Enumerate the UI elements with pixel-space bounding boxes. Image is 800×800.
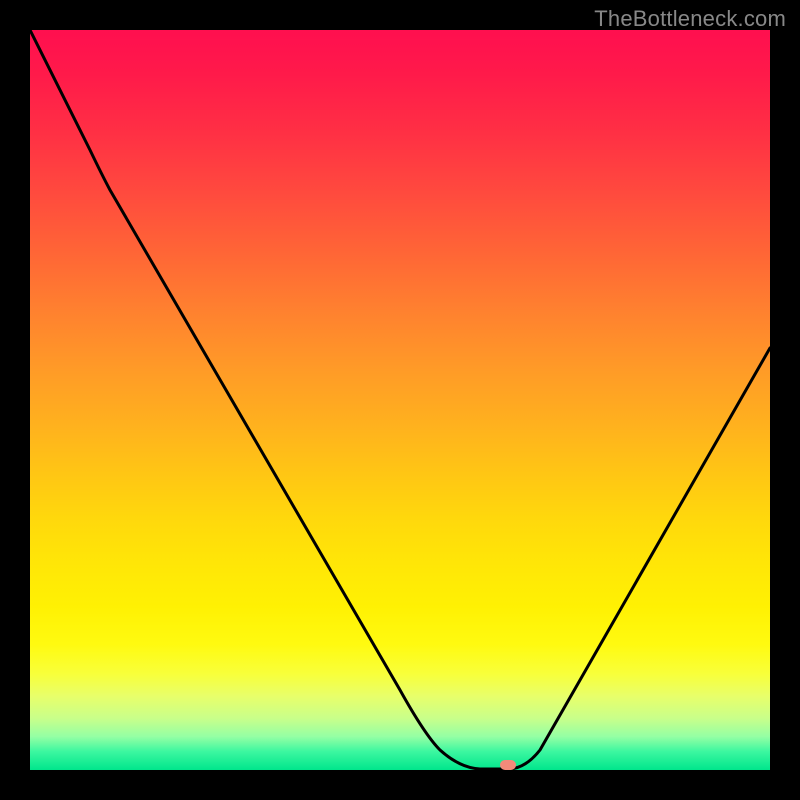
attribution-text: TheBottleneck.com bbox=[594, 6, 786, 32]
bottleneck-curve bbox=[30, 30, 770, 770]
curve-path bbox=[30, 30, 770, 769]
plot-area bbox=[30, 30, 770, 770]
chart-frame: TheBottleneck.com bbox=[0, 0, 800, 800]
optimal-point-marker bbox=[500, 760, 516, 770]
